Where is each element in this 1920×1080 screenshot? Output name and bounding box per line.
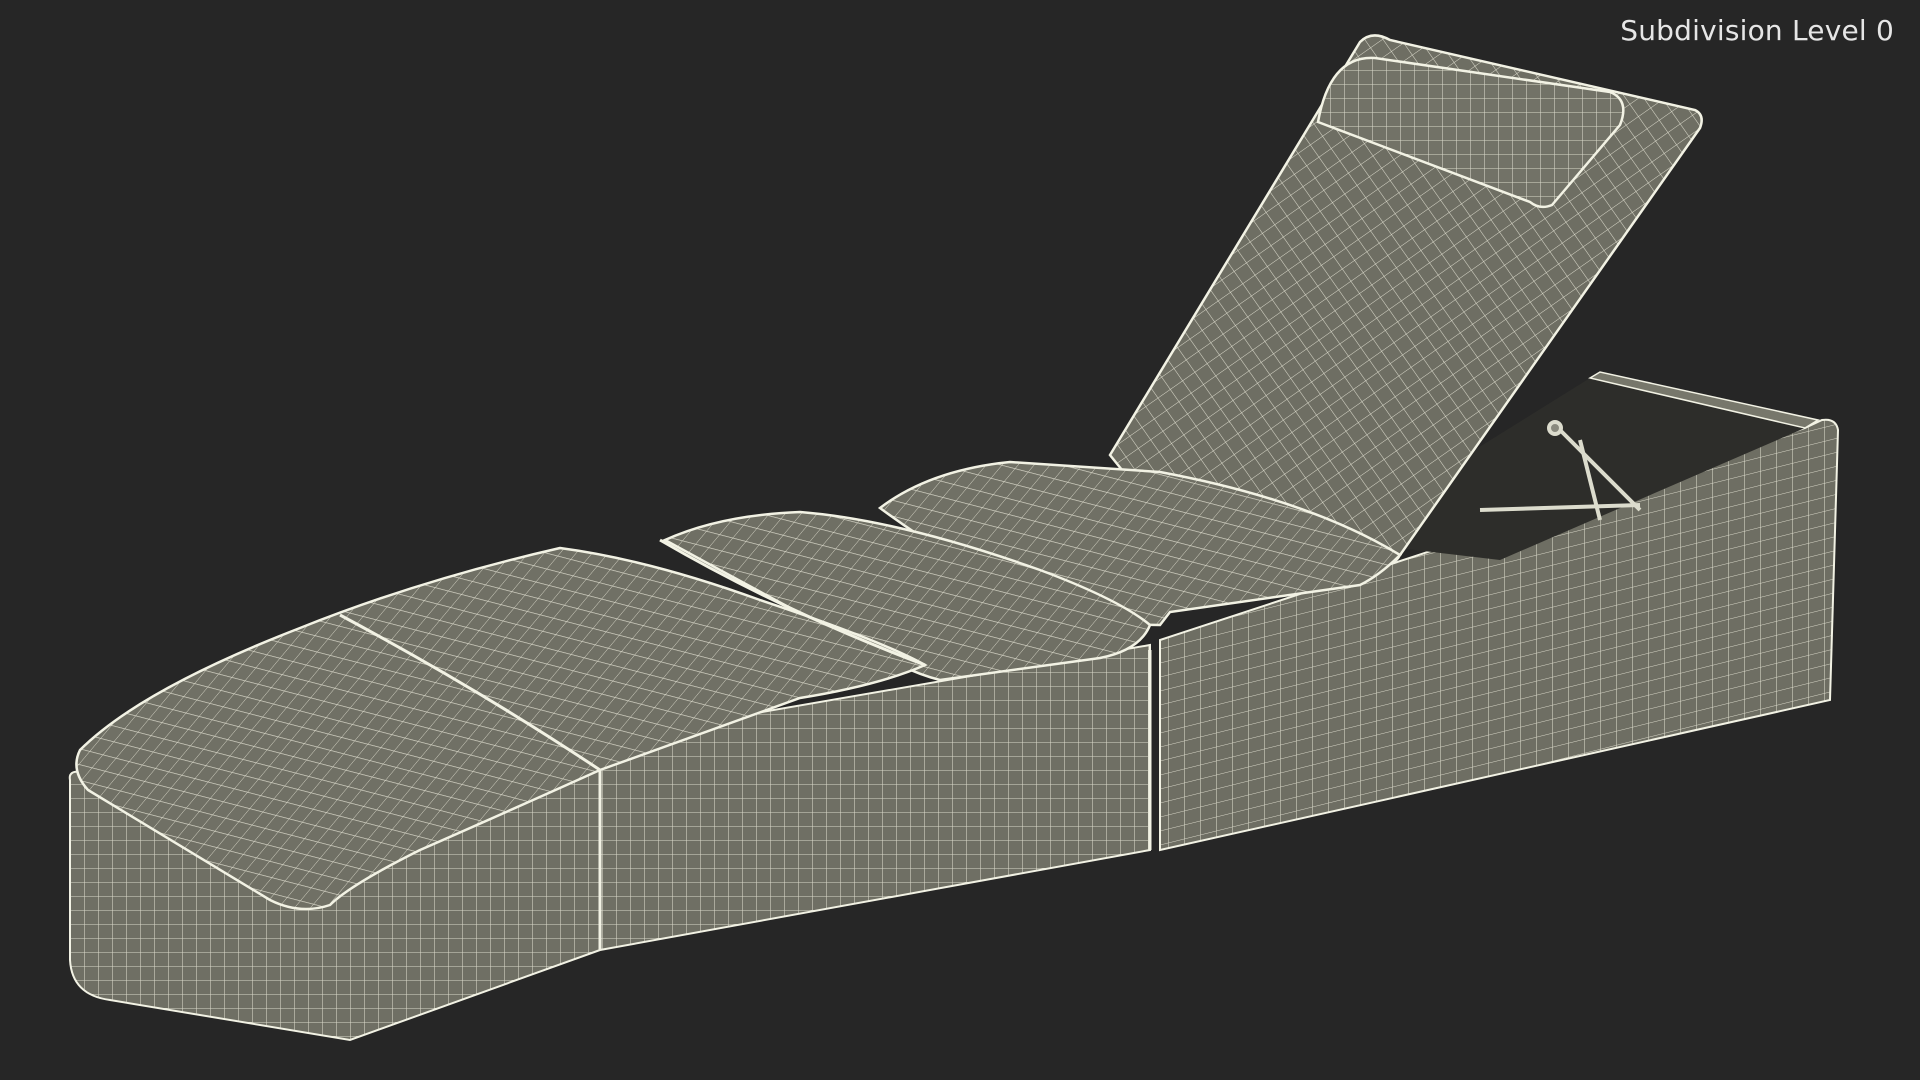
- subdivision-level-label: Subdivision Level 0: [1620, 14, 1894, 47]
- 3d-viewport[interactable]: Subdivision Level 0: [0, 0, 1920, 1080]
- wireframe-model-render: [68, 34, 1840, 1042]
